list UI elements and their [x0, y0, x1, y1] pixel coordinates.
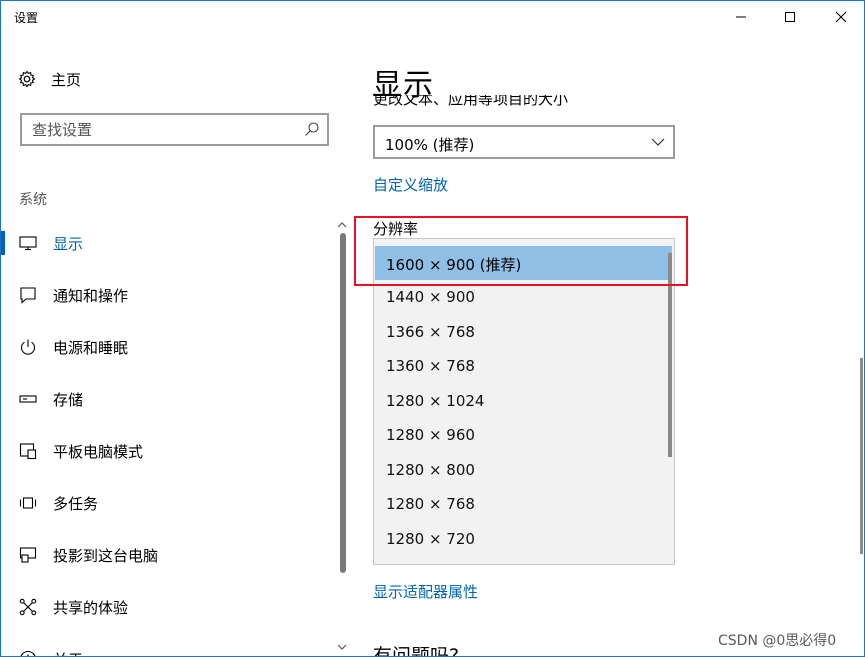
- share-icon: [19, 598, 37, 616]
- resolution-option[interactable]: 1280 × 800: [375, 453, 672, 487]
- home-label: 主页: [51, 70, 82, 89]
- close-button[interactable]: [818, 1, 864, 33]
- sidebar-item-label: 通知和操作: [53, 287, 129, 305]
- home-link[interactable]: 主页: [18, 67, 81, 91]
- sidebar-item-display[interactable]: 显示: [1, 223, 339, 263]
- tablet-mode-icon: [19, 442, 37, 460]
- sidebar-item-label: 投影到这台电脑: [53, 547, 159, 565]
- scale-value: 100% (推荐): [385, 136, 475, 154]
- maximize-icon: [785, 12, 795, 22]
- sidebar-scrollbar[interactable]: [340, 233, 346, 573]
- sidebar-item-label: 关于: [53, 649, 83, 656]
- section-label-system: 系统: [19, 192, 47, 208]
- question-heading: 有问题吗?: [373, 645, 460, 656]
- resolution-option[interactable]: 1280 × 960: [375, 418, 672, 452]
- resolution-option[interactable]: 1360 × 768: [375, 349, 672, 383]
- close-icon: [835, 11, 847, 23]
- scale-label: 更改文本、应用等项目的大小: [373, 95, 569, 108]
- resolution-list[interactable]: 1600 × 900 (推荐) 1440 × 900 1366 × 768 13…: [373, 238, 675, 565]
- minimize-icon: [736, 16, 746, 18]
- window-title: 设置: [14, 11, 39, 25]
- monitor-icon: [19, 234, 37, 252]
- resolution-option[interactable]: 1366 × 768: [375, 315, 672, 349]
- sidebar: 主页 系统 显示 通知和操作 电源和: [1, 33, 351, 656]
- custom-scale-link[interactable]: 自定义缩放: [373, 174, 448, 195]
- gear-icon: [18, 70, 36, 88]
- sidebar-item-notifications[interactable]: 通知和操作: [1, 275, 339, 315]
- search-box[interactable]: [20, 113, 329, 146]
- main-scrollbar[interactable]: [860, 358, 863, 554]
- sidebar-item-multitasking[interactable]: 多任务: [1, 483, 339, 523]
- multitask-icon: [19, 494, 37, 512]
- sidebar-item-label: 平板电脑模式: [53, 443, 144, 461]
- message-icon: [19, 286, 37, 304]
- power-icon: [19, 338, 37, 356]
- watermark: CSDN @0思必得0: [718, 633, 837, 649]
- minimize-button[interactable]: [718, 1, 764, 33]
- sidebar-item-power[interactable]: 电源和睡眠: [1, 327, 339, 367]
- maximize-button[interactable]: [767, 1, 813, 33]
- chevron-down-icon: [651, 138, 665, 146]
- active-indicator: [1, 231, 5, 255]
- resolution-option[interactable]: 1280 × 720: [375, 522, 672, 556]
- search-icon: [305, 122, 319, 136]
- scale-dropdown[interactable]: 100% (推荐): [373, 125, 675, 159]
- sidebar-item-label: 多任务: [53, 495, 99, 513]
- sidebar-item-label: 电源和睡眠: [53, 339, 129, 357]
- settings-window: 设置 主页 系统: [0, 0, 865, 657]
- sidebar-item-tablet-mode[interactable]: 平板电脑模式: [1, 431, 339, 471]
- highlight-annotation-box: [354, 216, 688, 286]
- resolution-option[interactable]: 1280 × 1024: [375, 384, 672, 418]
- info-icon: [19, 650, 37, 656]
- scroll-down-arrow-icon[interactable]: [337, 643, 347, 651]
- sidebar-item-label: 显示: [53, 235, 84, 253]
- search-input[interactable]: [22, 115, 292, 144]
- sidebar-item-storage[interactable]: 存储: [1, 379, 339, 419]
- title-bar[interactable]: 设置: [1, 1, 864, 33]
- sidebar-item-label: 共享的体验: [53, 599, 129, 617]
- sidebar-item-label: 存储: [53, 391, 84, 409]
- resolution-option[interactable]: 1280 × 768: [375, 487, 672, 521]
- scroll-up-arrow-icon[interactable]: [337, 221, 347, 229]
- sidebar-item-about[interactable]: 关于: [1, 639, 339, 656]
- sidebar-item-project[interactable]: 投影到这台电脑: [1, 535, 339, 575]
- sidebar-item-shared-experiences[interactable]: 共享的体验: [1, 587, 339, 627]
- project-icon: [19, 546, 37, 564]
- display-adapter-link[interactable]: 显示适配器属性: [373, 581, 478, 602]
- main-content: 显示 更改文本、应用等项目的大小 100% (推荐) 自定义缩放 分辨率 160…: [351, 33, 864, 656]
- storage-icon: [19, 390, 37, 408]
